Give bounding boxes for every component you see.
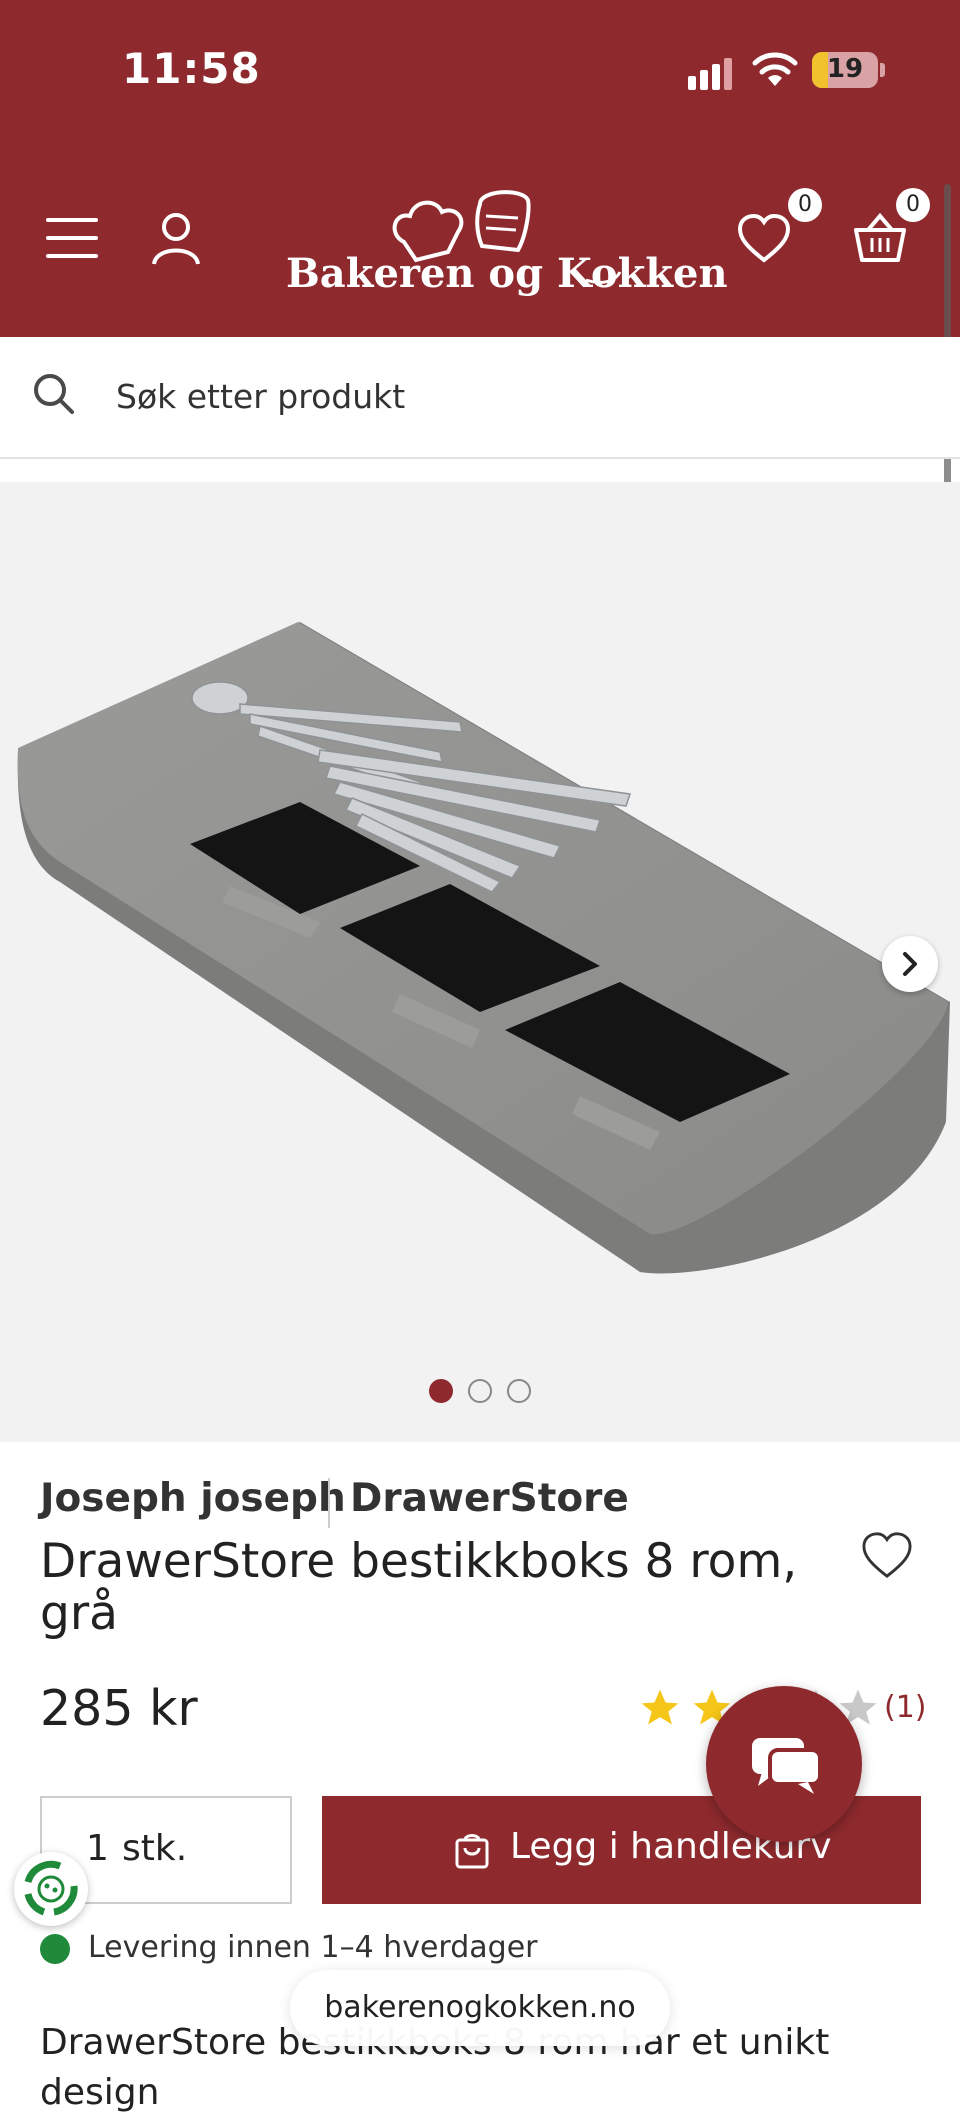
wishlist-heart-icon[interactable]: [736, 212, 792, 264]
review-count[interactable]: (1): [884, 1690, 927, 1725]
shipping-text: Levering innen 1–4 hverdager: [88, 1930, 538, 1965]
brand-link[interactable]: Joseph joseph: [40, 1476, 346, 1521]
product-image: [17, 622, 950, 1274]
gallery-dot-1[interactable]: [429, 1379, 453, 1403]
chevron-right-icon: [903, 952, 917, 976]
search-input[interactable]: [116, 372, 876, 420]
gallery-next-button[interactable]: [882, 936, 938, 992]
battery-indicator: 19: [812, 52, 878, 88]
browser-domain[interactable]: bakerenogkokken.no: [290, 1990, 670, 2025]
quantity-unit: stk.: [122, 1828, 188, 1869]
gallery-dot-2[interactable]: [468, 1379, 492, 1403]
series-link[interactable]: DrawerStore: [350, 1476, 629, 1521]
status-time: 11:58: [122, 44, 261, 93]
gallery-dot-3[interactable]: [507, 1379, 531, 1403]
recycle-globe-icon: [24, 1860, 78, 1916]
eco-badge[interactable]: [14, 1852, 88, 1926]
shopping-basket-icon[interactable]: [852, 212, 908, 264]
cart-count-badge: 0: [896, 188, 930, 222]
battery-cap: [880, 63, 885, 77]
logo-wordmark[interactable]: Bakeren og Kokken: [286, 250, 728, 297]
quantity-value[interactable]: 1: [86, 1828, 109, 1869]
cellular-signal-icon: [688, 58, 732, 90]
wishlist-count-badge: 0: [788, 188, 822, 222]
search-icon[interactable]: [32, 372, 76, 416]
product-title: DrawerStore bestikkboks 8 rom, grå: [40, 1534, 798, 1641]
wifi-icon: [752, 52, 798, 86]
battery-level: 19: [826, 54, 864, 84]
brand-separator: [328, 1478, 330, 1528]
product-price: 285 kr: [40, 1680, 198, 1737]
chat-bubbles-icon: [752, 1738, 822, 1794]
menu-button[interactable]: [46, 218, 98, 258]
chat-button[interactable]: [706, 1686, 862, 1842]
star-filled-icon: [641, 1689, 679, 1725]
shopping-bag-icon: [455, 1834, 489, 1869]
add-to-wishlist-heart-icon[interactable]: [860, 1530, 914, 1580]
product-image-gallery[interactable]: [0, 482, 960, 1442]
account-icon[interactable]: [150, 210, 202, 266]
stock-status-dot: [40, 1934, 70, 1964]
